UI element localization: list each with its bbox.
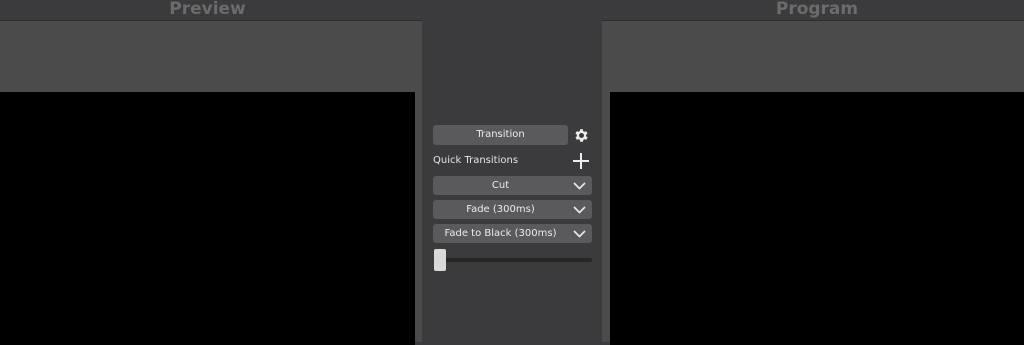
quick-transition-label: Fade (300ms) [466,204,535,215]
chevron-down-icon [572,224,586,243]
program-pane-border [602,20,1024,21]
preview-title: Preview [169,0,246,19]
program-pane [602,20,1024,345]
transition-slider-handle[interactable] [434,249,446,271]
transition-slider-track[interactable] [434,258,592,262]
plus-icon[interactable] [572,152,590,170]
quick-transition-fade[interactable]: Fade (300ms) [433,200,592,219]
preview-video-canvas[interactable] [0,92,415,345]
quick-transition-cut[interactable]: Cut [433,176,592,195]
transition-panel: Transition Quick Transitions Cut Fade (3… [422,0,602,342]
preview-pane-border [0,20,422,21]
quick-transitions-label: Quick Transitions [433,155,519,166]
program-video-canvas[interactable] [610,92,1024,345]
program-title: Program [775,0,859,19]
chevron-down-icon [572,200,586,219]
chevron-down-icon [572,176,586,195]
quick-transition-label: Fade to Black (300ms) [444,228,557,239]
preview-pane [0,20,422,345]
gear-icon[interactable] [572,126,590,144]
transition-button[interactable]: Transition [433,125,568,145]
quick-transition-label: Cut [491,180,510,191]
quick-transition-fade-to-black[interactable]: Fade to Black (300ms) [433,224,592,243]
